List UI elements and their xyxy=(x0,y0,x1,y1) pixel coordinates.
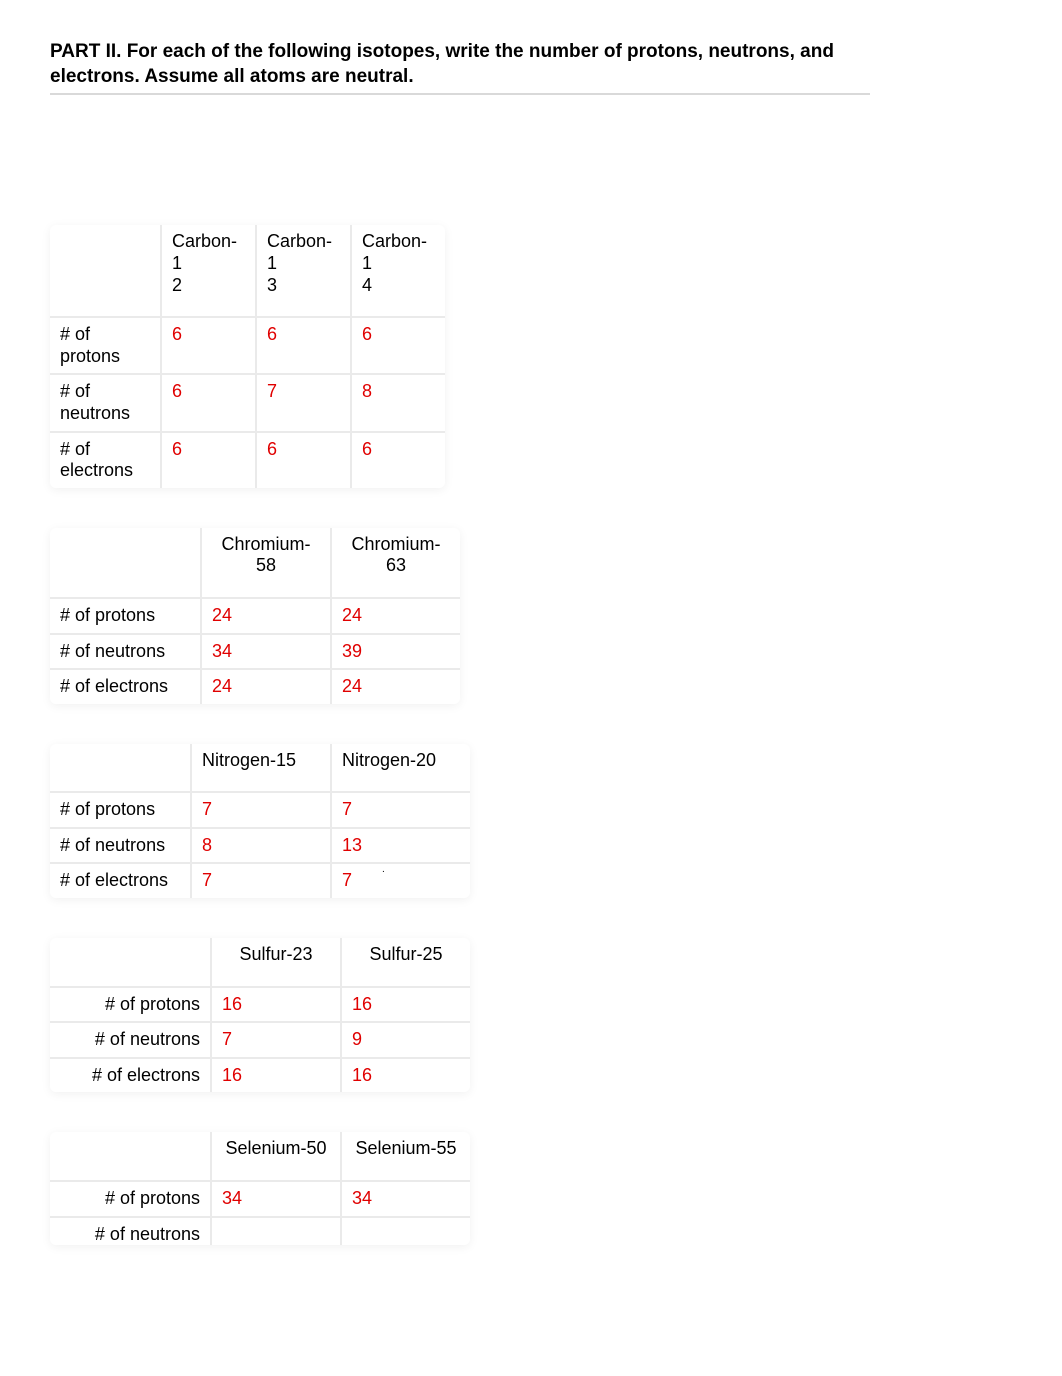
row-label-protons: # of protons xyxy=(50,986,210,1022)
answer-cell: 16 xyxy=(210,986,340,1022)
instructions-header: PART II. For each of the following isoto… xyxy=(50,40,870,95)
col-header: Selenium-50 xyxy=(210,1132,340,1180)
answer-cell: 24 xyxy=(330,597,460,633)
answer-cell: 7 xyxy=(190,791,330,827)
row-label-protons: # of protons xyxy=(50,791,190,827)
col-header: Nitrogen-15 xyxy=(190,744,330,792)
answer-cell xyxy=(210,1216,340,1246)
answer-cell: 7 xyxy=(330,862,470,898)
answer-cell: 13 xyxy=(330,827,470,863)
answer-cell: 16 xyxy=(340,1057,470,1093)
row-label-electrons: # of electrons xyxy=(50,1057,210,1093)
answer-cell: 34 xyxy=(200,633,330,669)
row-label-electrons: # of electrons xyxy=(50,668,200,704)
row-label-protons: # of protons xyxy=(50,1180,210,1216)
answer-cell: 8 xyxy=(190,827,330,863)
answer-cell: 6 xyxy=(160,316,255,373)
col-header: Sulfur-25 xyxy=(340,938,470,986)
row-label-protons: # of protons xyxy=(50,316,160,373)
stray-dot xyxy=(352,870,355,890)
table-sulfur: Sulfur-23 Sulfur-25 # of protons 16 16 #… xyxy=(50,938,470,1092)
col-header: Sulfur-23 xyxy=(210,938,340,986)
answer-cell: 24 xyxy=(330,668,460,704)
answer-cell: 16 xyxy=(340,986,470,1022)
col-header: Selenium-55 xyxy=(340,1132,470,1180)
answer-cell: 34 xyxy=(210,1180,340,1216)
answer-cell: 24 xyxy=(200,668,330,704)
answer-cell: 7 xyxy=(190,862,330,898)
row-label-neutrons: # of neutrons xyxy=(50,1021,210,1057)
answer-cell: 6 xyxy=(255,431,350,488)
answer-cell: 7 xyxy=(210,1021,340,1057)
row-label-electrons: # of electrons xyxy=(50,431,160,488)
row-label-electrons: # of electrons xyxy=(50,862,190,898)
answer-cell: 24 xyxy=(200,597,330,633)
answer-cell: 6 xyxy=(255,316,350,373)
row-label-neutrons: # of neutrons xyxy=(50,373,160,430)
answer-cell: 7 xyxy=(255,373,350,430)
col-header: Carbon-1 4 xyxy=(350,225,445,316)
answer-cell: 6 xyxy=(350,431,445,488)
table-selenium: Selenium-50 Selenium-55 # of protons 34 … xyxy=(50,1132,470,1245)
col-header: Chromium-63 xyxy=(330,528,460,597)
col-header: Carbon-1 3 xyxy=(255,225,350,316)
answer-cell: 16 xyxy=(210,1057,340,1093)
row-label-neutrons: # of neutrons xyxy=(50,1216,210,1246)
answer-cell: 9 xyxy=(340,1021,470,1057)
table-carbon: Carbon-1 2 Carbon-1 3 Carbon-1 4 # of pr… xyxy=(50,225,445,487)
answer-cell: 34 xyxy=(340,1180,470,1216)
row-label-neutrons: # of neutrons xyxy=(50,633,200,669)
answer-cell: 6 xyxy=(160,431,255,488)
col-header: Chromium-58 xyxy=(200,528,330,597)
col-header: Carbon-1 2 xyxy=(160,225,255,316)
answer-cell: 39 xyxy=(330,633,460,669)
table-chromium: Chromium-58 Chromium-63 # of protons 24 … xyxy=(50,528,460,704)
row-label-protons: # of protons xyxy=(50,597,200,633)
answer-cell: 7 xyxy=(330,791,470,827)
col-header: Nitrogen-20 xyxy=(330,744,470,792)
table-nitrogen: Nitrogen-15 Nitrogen-20 # of protons 7 7… xyxy=(50,744,470,898)
answer-cell xyxy=(340,1216,470,1246)
answer-cell: 6 xyxy=(350,316,445,373)
answer-cell: 6 xyxy=(160,373,255,430)
answer-cell: 8 xyxy=(350,373,445,430)
row-label-neutrons: # of neutrons xyxy=(50,827,190,863)
